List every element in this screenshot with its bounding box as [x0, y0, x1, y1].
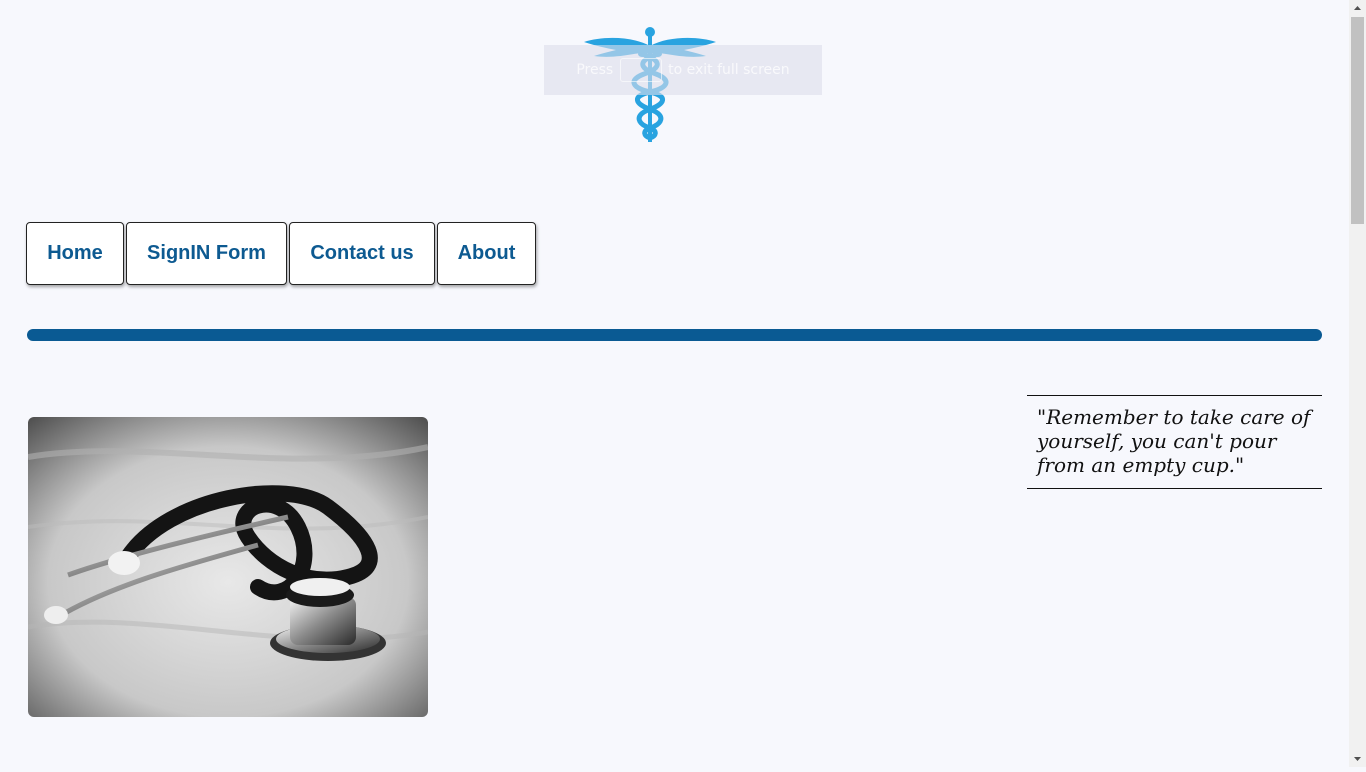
- nav-home-label: Home: [47, 242, 103, 264]
- scroll-down-arrow-icon[interactable]: [1349, 750, 1366, 767]
- fullscreen-exit-toast: Press to exit full screen: [544, 45, 822, 95]
- page-scrollbar[interactable]: [1349, 0, 1366, 767]
- nav-home-button[interactable]: Home: [26, 222, 124, 285]
- header-divider: [27, 329, 1322, 341]
- stethoscope-image: [28, 417, 428, 717]
- nav-about-button[interactable]: About: [437, 222, 536, 285]
- toast-suffix: to exit full screen: [668, 62, 790, 78]
- nav-about-label: About: [457, 242, 516, 264]
- scroll-up-arrow-icon[interactable]: [1349, 0, 1366, 17]
- scroll-thumb[interactable]: [1351, 17, 1364, 224]
- nav-signin-label: SignIN Form: [147, 242, 266, 264]
- nav-contact-label: Contact us: [310, 242, 414, 264]
- nav-contact-button[interactable]: Contact us: [289, 222, 435, 285]
- esc-key-icon: [619, 58, 662, 82]
- quote-block: "Remember to take care of yourself, you …: [1027, 395, 1322, 489]
- toast-prefix: Press: [576, 62, 614, 78]
- nav-signin-button[interactable]: SignIN Form: [126, 222, 287, 285]
